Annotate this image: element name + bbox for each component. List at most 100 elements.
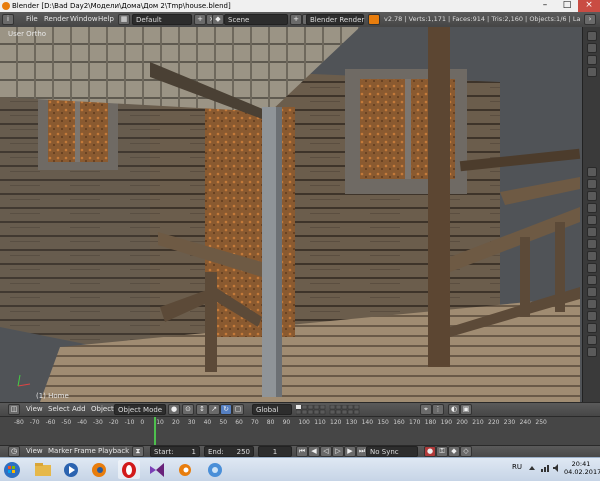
toolbar-button[interactable] bbox=[587, 263, 597, 273]
play-reverse-icon[interactable]: ◁ bbox=[320, 446, 332, 457]
scene-icon[interactable]: ◆ bbox=[212, 14, 224, 25]
menu-view[interactable]: View bbox=[26, 446, 43, 457]
camera-icon[interactable]: ▣ bbox=[460, 404, 472, 415]
menu-marker[interactable]: Marker bbox=[48, 446, 72, 457]
add-layout-button[interactable]: + bbox=[194, 14, 206, 25]
layer-buttons[interactable] bbox=[295, 404, 416, 415]
toolbar-button[interactable] bbox=[587, 191, 597, 201]
toolbar-button[interactable] bbox=[587, 311, 597, 321]
snap-icon[interactable]: ⌖ bbox=[420, 404, 432, 415]
screen-layout-select[interactable]: Default bbox=[132, 14, 192, 25]
clock[interactable]: 20:41 04.02.2017 bbox=[564, 460, 600, 476]
volume-tray-icon[interactable] bbox=[552, 463, 562, 473]
end-frame-field[interactable]: End: 250 bbox=[204, 446, 254, 457]
menu-frame[interactable]: Frame bbox=[74, 446, 96, 457]
menu-help[interactable]: Help bbox=[98, 14, 114, 25]
menu-window[interactable]: Window bbox=[70, 14, 98, 25]
toolbar-button[interactable] bbox=[587, 31, 597, 41]
toolbar-button[interactable] bbox=[587, 323, 597, 333]
editor-type-icon[interactable]: ◷ bbox=[8, 446, 20, 457]
menu-add[interactable]: Add bbox=[72, 404, 86, 415]
prev-keyframe-icon[interactable]: ◀ bbox=[308, 446, 320, 457]
screen-layout-icon[interactable]: ▦ bbox=[118, 14, 130, 25]
axis-gizmo-icon bbox=[14, 372, 32, 390]
tray-arrow-icon[interactable] bbox=[528, 464, 536, 472]
visual-studio-icon[interactable] bbox=[146, 460, 168, 479]
maximize-button[interactable]: □ bbox=[556, 0, 578, 12]
toolbar-button[interactable] bbox=[587, 215, 597, 225]
current-frame-field[interactable]: 1 bbox=[258, 446, 292, 457]
toolbar-button[interactable] bbox=[587, 179, 597, 189]
snap-target-icon[interactable]: ⋮ bbox=[432, 404, 444, 415]
menu-playback[interactable]: Playback bbox=[98, 446, 129, 457]
house-render bbox=[0, 27, 582, 402]
opera-icon[interactable] bbox=[118, 460, 140, 479]
toolbar-button[interactable] bbox=[587, 239, 597, 249]
menu-render[interactable]: Render bbox=[44, 14, 69, 25]
preview-range-icon[interactable]: ⧗ bbox=[132, 446, 144, 457]
scene-select[interactable]: Scene bbox=[224, 14, 288, 25]
play-icon[interactable]: ▷ bbox=[332, 446, 344, 457]
sync-select[interactable]: No Sync bbox=[366, 446, 418, 457]
toolbar-button[interactable] bbox=[587, 67, 597, 77]
3d-viewport[interactable]: User Ortho (1) Home bbox=[0, 27, 582, 402]
editor-type-icon[interactable]: ◫ bbox=[8, 404, 20, 415]
clock-time: 20:41 bbox=[571, 460, 591, 468]
view-label: User Ortho bbox=[8, 30, 47, 38]
toolbar-button[interactable] bbox=[587, 335, 597, 345]
network-app-icon[interactable] bbox=[204, 460, 226, 479]
toolbar-button[interactable] bbox=[587, 203, 597, 213]
scale-icon[interactable]: ▢ bbox=[232, 404, 244, 415]
menu-object[interactable]: Object bbox=[91, 404, 114, 415]
toolbar-button[interactable] bbox=[587, 227, 597, 237]
timeline-tick-label: 180 bbox=[424, 419, 437, 426]
toolbar-button[interactable] bbox=[587, 347, 597, 357]
keying-set-icon[interactable]: ⚿ bbox=[436, 446, 448, 457]
timeline-tick-label: 230 bbox=[503, 419, 516, 426]
start-frame-field[interactable]: Start: 1 bbox=[150, 446, 200, 457]
timeline-tick-label: 210 bbox=[472, 419, 484, 426]
shading-icon[interactable]: ● bbox=[168, 404, 180, 415]
timeline-tick-label: 190 bbox=[440, 419, 453, 426]
insert-keyframe-icon[interactable]: ◆ bbox=[448, 446, 460, 457]
timeline-area[interactable]: -80 -70 -60 -50 -40 -30 -20 -10 0 10 20 30 40 50 60 70 8… bbox=[0, 416, 600, 446]
jump-start-icon[interactable]: ⏮ bbox=[296, 446, 308, 457]
toolbar-button[interactable] bbox=[587, 275, 597, 285]
media-player-icon[interactable] bbox=[60, 460, 82, 479]
toolbar-button[interactable] bbox=[587, 55, 597, 65]
network-tray-icon[interactable] bbox=[540, 463, 550, 473]
translate-icon[interactable]: ↗ bbox=[208, 404, 220, 415]
blender-logo-icon bbox=[2, 2, 10, 10]
delete-keyframe-icon[interactable]: ◇ bbox=[460, 446, 472, 457]
timeline-tick-label: 240 bbox=[519, 419, 532, 426]
manipulator-icon[interactable]: ↕ bbox=[196, 404, 208, 415]
explorer-icon[interactable] bbox=[32, 460, 54, 479]
header-scroll-icon[interactable]: › bbox=[584, 14, 596, 25]
add-scene-button[interactable]: + bbox=[290, 14, 302, 25]
editor-type-icon[interactable]: i bbox=[2, 14, 14, 25]
next-keyframe-icon[interactable]: ▶ bbox=[344, 446, 356, 457]
blender-file-icon[interactable] bbox=[174, 460, 196, 479]
rotate-icon[interactable]: ↻ bbox=[220, 404, 232, 415]
minimize-button[interactable]: – bbox=[534, 0, 556, 12]
toolbar-button[interactable] bbox=[587, 287, 597, 297]
orientation-select[interactable]: Global bbox=[252, 404, 292, 415]
toolbar-button[interactable] bbox=[587, 43, 597, 53]
language-indicator[interactable]: RU bbox=[512, 463, 522, 471]
menu-select[interactable]: Select bbox=[48, 404, 70, 415]
toolbar-button[interactable] bbox=[587, 299, 597, 309]
render-preview-icon[interactable]: ◐ bbox=[448, 404, 460, 415]
close-button[interactable]: × bbox=[578, 0, 600, 12]
render-engine-select[interactable]: Blender Render bbox=[306, 14, 364, 25]
timeline-tick-label: 110 bbox=[314, 419, 326, 426]
menu-file[interactable]: File bbox=[26, 14, 38, 25]
start-button-icon[interactable] bbox=[2, 460, 22, 479]
current-frame-cursor[interactable] bbox=[154, 417, 156, 446]
pivot-icon[interactable]: ⊙ bbox=[182, 404, 194, 415]
record-icon[interactable]: ● bbox=[424, 446, 436, 457]
toolbar-button[interactable] bbox=[587, 167, 597, 177]
menu-view[interactable]: View bbox=[26, 404, 43, 415]
mode-select[interactable]: Object Mode bbox=[114, 404, 166, 415]
blender-taskbar-icon[interactable] bbox=[88, 460, 110, 479]
toolbar-button[interactable] bbox=[587, 251, 597, 261]
